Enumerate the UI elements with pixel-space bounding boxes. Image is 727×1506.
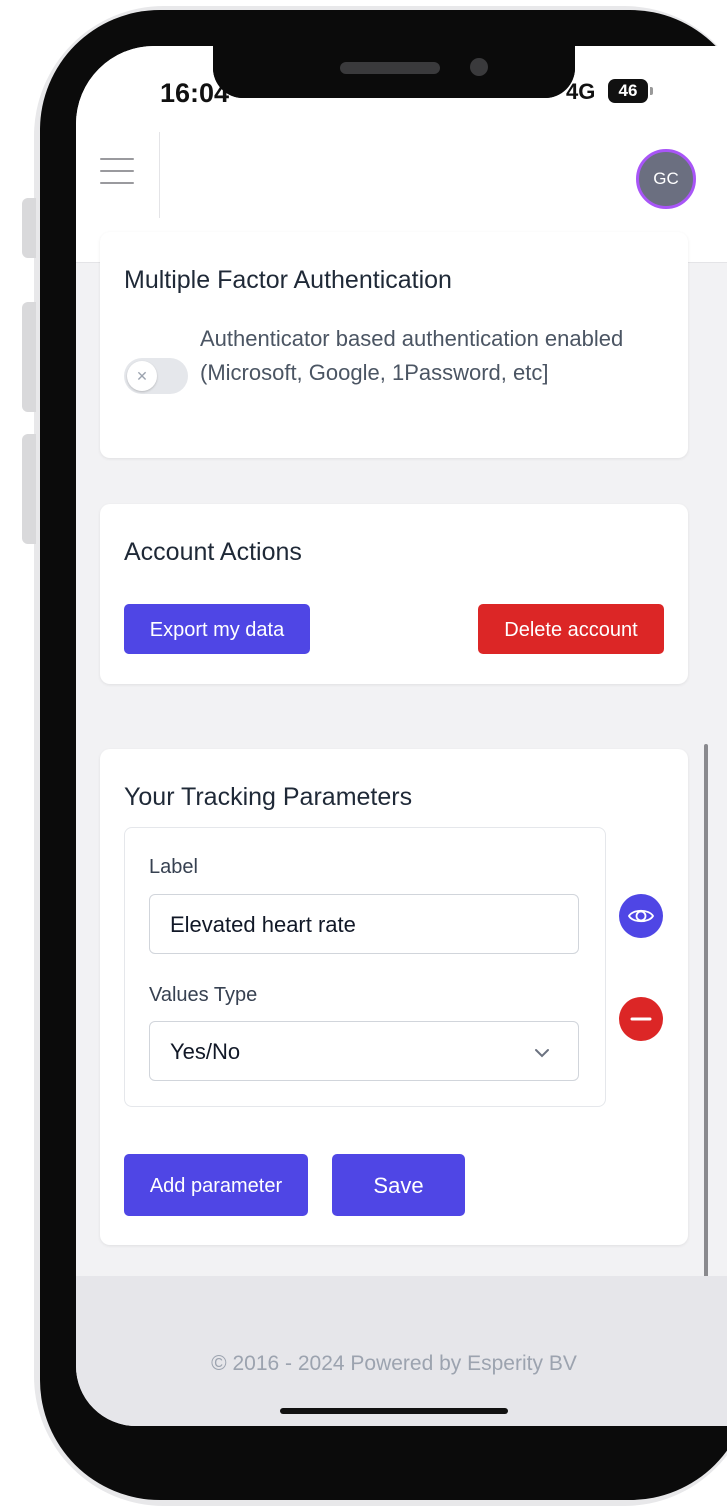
values-type-label: Values Type xyxy=(149,984,258,1006)
mfa-toggle-label: Authenticator based authentication enabl… xyxy=(200,326,624,385)
parameter-item: Label Elevated heart rate Values Type Ye… xyxy=(124,827,606,1107)
home-indicator[interactable] xyxy=(280,1408,508,1414)
values-type-value: Yes/No xyxy=(170,1039,241,1064)
footer: © 2016 - 2024 Powered by Esperity BV xyxy=(76,1276,727,1426)
menu-icon[interactable] xyxy=(100,158,134,184)
notch-camera-area xyxy=(213,46,575,98)
save-button[interactable]: Save xyxy=(332,1154,465,1216)
header-divider xyxy=(159,132,160,218)
eye-icon xyxy=(627,909,655,923)
avatar[interactable]: GC xyxy=(636,149,696,209)
tracking-title: Your Tracking Parameters xyxy=(124,783,413,811)
side-button-mute xyxy=(22,198,36,258)
delete-account-button[interactable]: Delete account xyxy=(478,604,664,654)
label-input[interactable]: Elevated heart rate xyxy=(149,894,579,954)
mfa-toggle[interactable]: ✕ xyxy=(124,358,188,394)
battery-cap xyxy=(650,87,653,95)
scrollbar[interactable] xyxy=(704,744,708,1336)
minus-icon xyxy=(630,1017,652,1021)
mfa-card: Multiple Factor Authentication ✕ Authent… xyxy=(100,232,688,458)
account-actions-title: Account Actions xyxy=(124,538,302,566)
export-data-button[interactable]: Export my data xyxy=(124,604,310,654)
footer-copyright: © 2016 - 2024 Powered by Esperity BV xyxy=(211,1352,577,1375)
toggle-visibility-button[interactable] xyxy=(619,894,663,938)
label-field-label: Label xyxy=(149,856,198,878)
toggle-off-icon: ✕ xyxy=(127,361,157,391)
values-type-select[interactable]: Yes/No xyxy=(149,1021,579,1081)
add-parameter-button[interactable]: Add parameter xyxy=(124,1154,308,1216)
camera xyxy=(470,58,488,76)
mfa-title: Multiple Factor Authentication xyxy=(124,266,452,294)
remove-parameter-button[interactable] xyxy=(619,997,663,1041)
screen: 16:04 4G 46 GC Multiple Factor Authentic… xyxy=(76,46,727,1426)
battery-icon: 46 xyxy=(608,79,648,103)
side-button-volume-down xyxy=(22,434,36,544)
account-actions-card: Account Actions Export my data Delete ac… xyxy=(100,504,688,684)
chevron-down-icon xyxy=(534,1022,550,1082)
side-button-volume-up xyxy=(22,302,36,412)
tracking-parameters-card: Your Tracking Parameters Label Elevated … xyxy=(100,749,688,1245)
speaker xyxy=(340,62,440,74)
